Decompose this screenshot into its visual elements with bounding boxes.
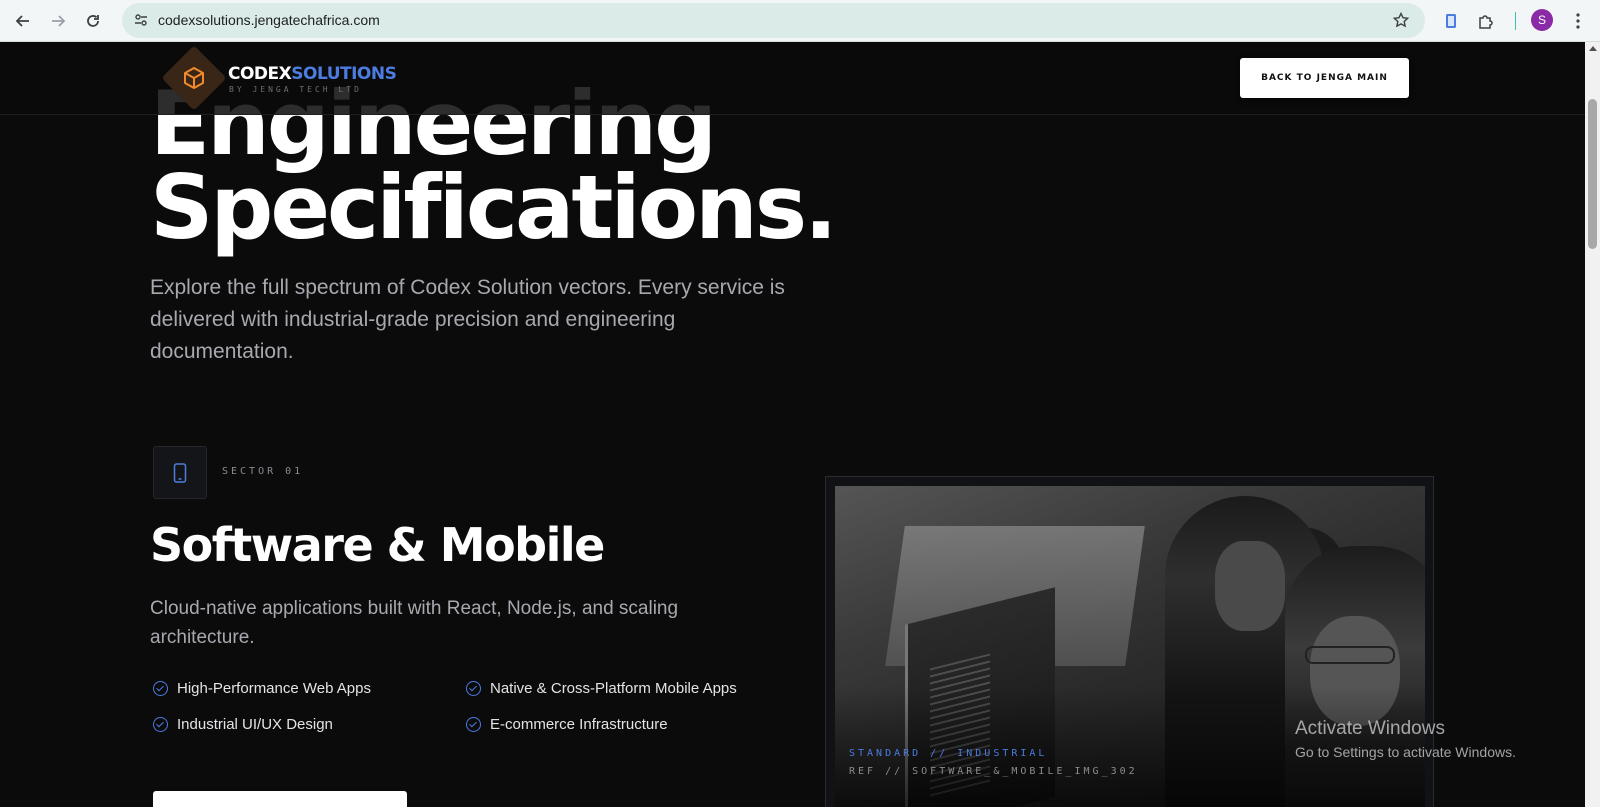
feature-item: High-Performance Web Apps bbox=[153, 680, 371, 697]
activate-windows-title: Activate Windows bbox=[1295, 718, 1445, 739]
image-caption-standard: STANDARD // INDUSTRIAL bbox=[849, 748, 1048, 759]
section-description: Cloud-native applications built with Rea… bbox=[150, 598, 679, 648]
cube-icon bbox=[184, 67, 204, 89]
back-arrow-icon[interactable] bbox=[11, 9, 35, 33]
feature-label: E-commerce Infrastructure bbox=[490, 716, 668, 733]
section-title: Software & Mobile bbox=[150, 518, 605, 572]
forward-arrow-icon[interactable] bbox=[46, 9, 70, 33]
check-circle-icon bbox=[153, 681, 168, 696]
feature-item: E-commerce Infrastructure bbox=[466, 716, 668, 733]
logo-accent-text: SOLUTIONS bbox=[291, 64, 397, 84]
toolbar-separator bbox=[1515, 12, 1516, 30]
browser-menu-icon[interactable] bbox=[1566, 9, 1590, 33]
reload-icon[interactable] bbox=[81, 9, 105, 33]
scrollbar-thumb[interactable] bbox=[1588, 99, 1597, 249]
bookmark-star-icon[interactable] bbox=[1391, 10, 1411, 30]
logo-primary-text: CODEX bbox=[228, 64, 292, 84]
image-caption-ref: REF // SOFTWARE_&_MOBILE_IMG_302 bbox=[849, 766, 1138, 777]
scroll-up-arrow-icon[interactable] bbox=[1589, 46, 1597, 51]
extensions-puzzle-icon[interactable] bbox=[1474, 9, 1498, 33]
site-settings-icon[interactable] bbox=[132, 11, 150, 29]
activate-windows-subtitle: Go to Settings to activate Windows. bbox=[1295, 744, 1516, 760]
feature-label: High-Performance Web Apps bbox=[177, 680, 371, 697]
feature-item: Native & Cross-Platform Mobile Apps bbox=[466, 680, 737, 697]
sector-label: SECTOR 01 bbox=[222, 466, 304, 477]
logo-tagline: BY JENGA TECH LTD bbox=[229, 85, 362, 94]
sector-cta-button[interactable] bbox=[153, 791, 407, 807]
back-to-main-button[interactable]: BACK TO JENGA MAIN bbox=[1240, 58, 1409, 98]
page-scrollbar[interactable] bbox=[1585, 42, 1600, 807]
feature-label: Industrial UI/UX Design bbox=[177, 716, 333, 733]
profile-avatar[interactable]: S bbox=[1531, 9, 1553, 31]
page-viewport: Engineering Specifications. Explore the … bbox=[0, 42, 1585, 807]
feature-label: Native & Cross-Platform Mobile Apps bbox=[490, 680, 737, 697]
check-circle-icon bbox=[466, 717, 481, 732]
hero-subtitle: Explore the full spectrum of Codex Solut… bbox=[150, 276, 785, 363]
extension-doc-icon[interactable] bbox=[1439, 9, 1463, 33]
url-text[interactable]: codexsolutions.jengatechafrica.com bbox=[158, 12, 380, 28]
hero-title-line2: Specifications. bbox=[150, 156, 838, 259]
address-bar[interactable]: codexsolutions.jengatechafrica.com bbox=[122, 3, 1425, 38]
logo-wordmark[interactable]: CODEXSOLUTIONS bbox=[228, 64, 397, 84]
site-header: CODEXSOLUTIONS BY JENGA TECH LTD BACK TO… bbox=[0, 42, 1585, 115]
smartphone-icon bbox=[173, 462, 187, 483]
check-circle-icon bbox=[466, 681, 481, 696]
browser-toolbar: codexsolutions.jengatechafrica.com S bbox=[0, 0, 1600, 42]
check-circle-icon bbox=[153, 717, 168, 732]
sector-icon-box bbox=[153, 446, 207, 499]
feature-item: Industrial UI/UX Design bbox=[153, 716, 333, 733]
